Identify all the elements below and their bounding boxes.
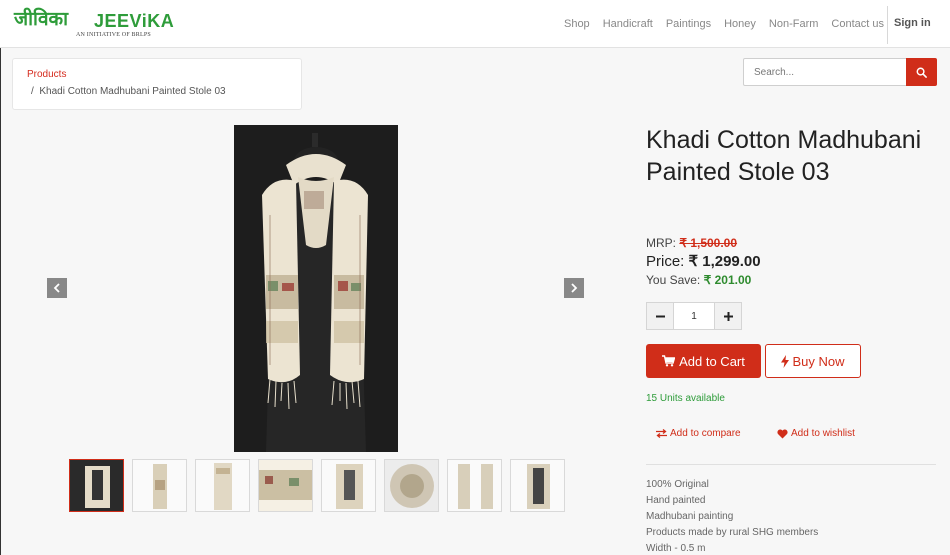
add-to-compare-link[interactable]: Add to compare (656, 428, 741, 439)
section-divider (646, 464, 936, 465)
add-to-wishlist-label: Add to wishlist (791, 428, 855, 439)
jeevika-logo[interactable]: जीविका JEEViKA AN INITIATIVE OF BRLPS (14, 8, 174, 42)
heart-icon (777, 428, 788, 438)
product-main-image[interactable] (234, 125, 398, 452)
search-input[interactable] (743, 58, 907, 86)
thumbnail-1[interactable] (69, 459, 124, 512)
thumbnail-image (133, 460, 186, 511)
feature-item: Products made by rural SHG members (646, 527, 819, 538)
logo-hindi-text: जीविका (14, 8, 69, 30)
add-to-wishlist-link[interactable]: Add to wishlist (777, 428, 855, 439)
add-to-compare-label: Add to compare (670, 428, 741, 439)
mrp-label: MRP: (646, 236, 676, 250)
mrp-value: ₹ 1,500.00 (679, 236, 738, 250)
logo-english-text: JEEViKA (94, 11, 175, 31)
quantity-decrease-button[interactable] (646, 302, 674, 330)
savings-value: ₹ 201.00 (703, 273, 752, 287)
search-button[interactable] (906, 58, 937, 86)
signin-link[interactable]: Sign in (894, 17, 931, 29)
mrp-row: MRP: ₹ 1,500.00 (646, 236, 737, 250)
feature-item: Hand painted (646, 495, 706, 506)
nav-paintings[interactable]: Paintings (666, 18, 711, 30)
breadcrumb-products-link[interactable]: Products (27, 69, 66, 80)
breadcrumb-current: / Khadi Cotton Madhubani Painted Stole 0… (31, 86, 226, 97)
plus-icon (723, 311, 733, 321)
exchange-icon (656, 429, 667, 438)
buy-now-label: Buy Now (792, 353, 845, 369)
quantity-stepper (646, 302, 742, 330)
cart-icon (662, 355, 676, 367)
savings-row: You Save: ₹ 201.00 (646, 273, 751, 287)
thumbnail-5[interactable] (321, 459, 376, 512)
thumbnail-6[interactable] (384, 459, 439, 512)
buy-now-button[interactable]: Buy Now (765, 344, 861, 378)
nav-contact-us[interactable]: Contact us (831, 18, 884, 30)
nav-non-farm[interactable]: Non-Farm (769, 18, 819, 30)
thumbnail-image (448, 460, 501, 511)
product-features-list: 100% Original Hand painted Madhubani pai… (646, 477, 818, 555)
feature-item: 100% Original (646, 479, 709, 490)
price-label: Price: (646, 253, 685, 270)
thumbnail-7[interactable] (447, 459, 502, 512)
quantity-increase-button[interactable] (714, 302, 742, 330)
thumbnail-8[interactable] (510, 459, 565, 512)
add-to-cart-button[interactable]: Add to Cart (646, 344, 761, 378)
breadcrumb-current-label: Khadi Cotton Madhubani Painted Stole 03 (39, 86, 226, 97)
breadcrumb: Products / Khadi Cotton Madhubani Painte… (12, 58, 302, 110)
thumbnail-image (322, 460, 375, 511)
thumbnail-image (196, 460, 249, 511)
thumbnail-3[interactable] (195, 459, 250, 512)
page-left-border (0, 48, 1, 555)
nav-shop[interactable]: Shop (564, 18, 590, 30)
bolt-icon (781, 354, 790, 368)
availability-text: 15 Units available (646, 393, 725, 404)
main-nav: Shop Handicraft Paintings Honey Non-Farm… (551, 0, 884, 48)
nav-honey[interactable]: Honey (724, 18, 756, 30)
chevron-left-icon (53, 283, 60, 293)
minus-icon (655, 315, 665, 317)
top-navbar: जीविका JEEViKA AN INITIATIVE OF BRLPS Sh… (0, 0, 950, 48)
add-to-cart-label: Add to Cart (679, 353, 745, 369)
thumbnail-image (511, 460, 564, 511)
breadcrumb-separator: / (31, 86, 34, 97)
thumbnail-image (259, 460, 312, 511)
feature-item: Width - 0.5 m (646, 543, 706, 554)
thumbnail-image (70, 460, 123, 511)
quantity-input[interactable] (674, 302, 714, 330)
price-row: Price: ₹ 1,299.00 (646, 252, 761, 270)
gallery-next-button[interactable] (564, 278, 584, 298)
product-title: Khadi Cotton Madhubani Painted Stole 03 (646, 126, 922, 186)
feature-item: Madhubani painting (646, 511, 734, 522)
logo-tagline: AN INITIATIVE OF BRLPS (76, 32, 151, 38)
stole-on-mannequin-image (234, 125, 398, 452)
nav-divider (887, 6, 888, 44)
thumbnail-2[interactable] (132, 459, 187, 512)
savings-label: You Save: (646, 273, 701, 287)
gallery-prev-button[interactable] (47, 278, 67, 298)
price-value: ₹ 1,299.00 (688, 253, 761, 270)
thumbnail-image (385, 460, 438, 511)
thumbnail-4[interactable] (258, 459, 313, 512)
search-icon (916, 67, 927, 78)
nav-handicraft[interactable]: Handicraft (603, 18, 653, 30)
chevron-right-icon (571, 283, 578, 293)
